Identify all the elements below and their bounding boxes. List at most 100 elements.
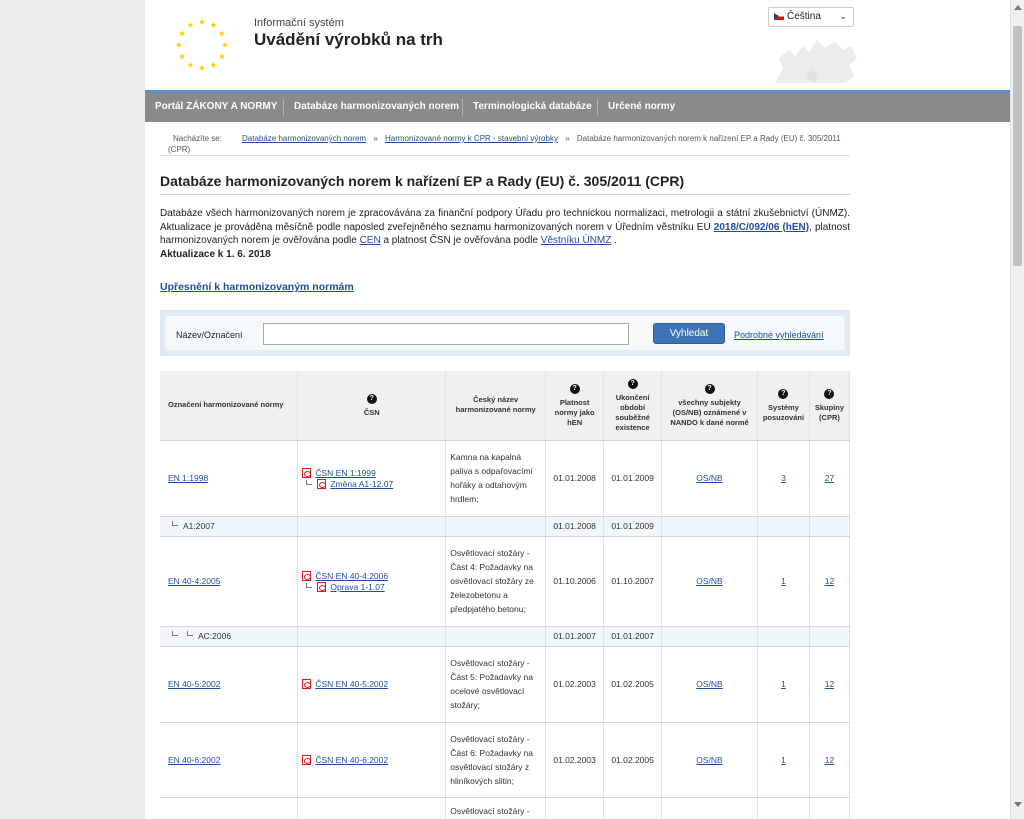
end-date: 01.01.2009 (603, 440, 663, 517)
scroll-up-arrow-icon[interactable] (1014, 5, 1022, 10)
intro-text: Databáze všech harmonizovaných norem je … (160, 207, 850, 261)
system-subtitle: Informační systém (254, 17, 344, 29)
chevron-down-icon: ⌄ (839, 11, 847, 21)
validity-date: 01.01.2008 (545, 516, 605, 537)
bodies-link[interactable]: OS/NB (696, 679, 722, 689)
table-subrow: A1:2007 01.01.2008 01.01.2009 (160, 516, 851, 537)
validity-date: 01.01.2008 (545, 440, 605, 517)
header-csn: ? ČSN (297, 371, 447, 441)
validity-date: 01.02.2003 (545, 722, 605, 798)
validity-date: 01.02.2003 (545, 646, 605, 723)
bodies-link[interactable]: OS/NB (696, 755, 722, 765)
breadcrumb: Nacházíte se: Databáze harmonizovaných n… (160, 130, 850, 156)
header-label: Skupiny (CPR) (814, 402, 845, 422)
norm-designation-link[interactable]: EN 40-6:2002 (168, 755, 220, 765)
language-select[interactable]: Čeština ⌄ (768, 7, 854, 27)
pdf-icon[interactable] (302, 754, 312, 765)
csn-amendment-link[interactable]: Oprava 1-1.07 (330, 582, 384, 592)
csn-link[interactable]: ČSN EN 40-5:2002 (315, 679, 388, 689)
breadcrumb-separator: » (565, 134, 570, 143)
header-label: Platnost normy jako hEN (554, 397, 595, 427)
table-header-row: Označení harmonizované normy ? ČSN Český … (160, 371, 851, 441)
end-date: 01.10.2007 (603, 536, 663, 627)
norm-designation-link[interactable]: EN 40-5:2002 (168, 679, 220, 689)
breadcrumb-link-cpr[interactable]: Harmonizované normy k CPR - stavební výr… (385, 134, 558, 143)
refine-link[interactable]: Upřesnění k harmonizovaným normám (160, 281, 354, 293)
scroll-thumb[interactable] (1013, 26, 1022, 266)
europe-map-decoration (775, 40, 857, 83)
header-bodies: ? všechny subjekty (OS/NB) oznámené v NAN… (661, 371, 758, 441)
groups-link[interactable]: 12 (825, 576, 834, 586)
czech-flag-icon (774, 13, 784, 20)
csn-link[interactable]: ČSN EN 40-4:2006 (315, 571, 388, 581)
search-input[interactable] (263, 323, 629, 345)
pdf-icon[interactable] (317, 478, 327, 489)
nav-item-terminology-db[interactable]: Terminologická databáze (463, 93, 602, 122)
main-nav: Portál ZÁKONY A NORMY Databáze harmonizo… (145, 90, 1010, 122)
help-icon[interactable]: ? (627, 378, 638, 389)
eu-star (218, 30, 225, 37)
eu-star (221, 41, 229, 48)
help-icon[interactable]: ? (824, 388, 835, 399)
systems-link[interactable]: 1 (781, 755, 786, 765)
groups-link[interactable]: 12 (825, 679, 834, 689)
norm-designation-link[interactable]: EN 40-4:2005 (168, 576, 220, 586)
czech-name: Osvětlovací stožáry - Část 4: Požadavky … (445, 536, 547, 627)
end-date: 01.01.2009 (603, 516, 663, 537)
csn-link[interactable]: ČSN EN 40-6:2002 (315, 755, 388, 765)
search-panel: Název/Označení Vyhledat Podrobné vyhledá… (160, 310, 850, 356)
page: Informační systém Uvádění výrobků na trh… (145, 0, 1010, 819)
tree-branch-icon (306, 582, 313, 588)
eu-star (218, 53, 225, 60)
system-title: Uvádění výrobků na trh (254, 30, 443, 49)
csn-amendment-link[interactable]: Změna A1-12.07 (330, 479, 393, 489)
end-date: 01.02.2005 (603, 722, 663, 798)
tree-branch-icon (187, 631, 193, 636)
pdf-icon[interactable] (302, 570, 312, 581)
systems-link[interactable]: 3 (781, 473, 786, 483)
bodies-link[interactable]: OS/NB (696, 473, 722, 483)
pdf-icon[interactable] (302, 679, 312, 689)
systems-link[interactable]: 1 (781, 679, 786, 689)
norms-table: Označení harmonizované normy ? ČSN Český … (160, 371, 851, 819)
search-panel-inner: Název/Označení Vyhledat Podrobné vyhledá… (166, 316, 844, 350)
bodies-link[interactable]: OS/NB (696, 576, 722, 586)
scroll-down-arrow-icon[interactable] (1014, 802, 1022, 807)
help-icon[interactable]: ? (366, 393, 377, 404)
header-validity: ? Platnost normy jako hEN (545, 371, 605, 441)
help-icon[interactable]: ? (704, 383, 715, 394)
oj-link[interactable]: 2018/C/092/06 (hEN) (714, 222, 809, 233)
groups-link[interactable]: 12 (825, 755, 834, 765)
groups-link[interactable]: 27 (825, 473, 834, 483)
breadcrumb-label: Nacházíte se: (173, 134, 222, 143)
cen-link[interactable]: CEN (360, 235, 381, 246)
header-groups: ? Skupiny (CPR) (809, 371, 851, 441)
header-czech-name: Český název harmonizované normy (445, 371, 547, 441)
tree-branch-icon (172, 631, 178, 636)
pdf-icon[interactable] (317, 581, 327, 592)
pdf-icon[interactable] (302, 467, 312, 478)
advanced-search-link[interactable]: Podrobné vyhledávání (734, 330, 824, 340)
systems-link[interactable]: 1 (781, 576, 786, 586)
validity-date: 01.01.2007 (545, 626, 605, 647)
norm-designation-link[interactable]: EN 1:1998 (168, 473, 208, 483)
czech-name: Osvětlovací stožáry - (445, 797, 547, 819)
nav-item-designated-norms[interactable]: Určené normy (598, 93, 685, 122)
nav-item-harmonized-db[interactable]: Databáze harmonizovaných norem (284, 93, 469, 122)
breadcrumb-current: Databáze harmonizovaných norem k nařízen… (576, 134, 841, 143)
intro-part: a platnost ČSN je ověřována podle (380, 235, 541, 246)
vestnik-link[interactable]: Věstníku ÚNMZ (541, 235, 612, 246)
eu-star (198, 18, 206, 25)
nav-item-portal[interactable]: Portál ZÁKONY A NORMY (145, 93, 287, 122)
csn-link[interactable]: ČSN EN 1:1999 (315, 468, 375, 478)
table-row: Osvětlovací stožáry - (160, 797, 851, 819)
help-icon[interactable]: ? (569, 383, 580, 394)
scrollbar[interactable] (1010, 0, 1024, 819)
search-button[interactable]: Vyhledat (653, 323, 725, 344)
search-label: Název/Označení (176, 330, 243, 340)
help-icon[interactable]: ? (778, 388, 789, 399)
language-value: Čeština (787, 11, 821, 22)
header-label: Ukončení období souběžné existence (615, 392, 650, 432)
eu-star (210, 61, 217, 68)
breadcrumb-link-harmonized-db[interactable]: Databáze harmonizovaných norem (242, 134, 366, 143)
